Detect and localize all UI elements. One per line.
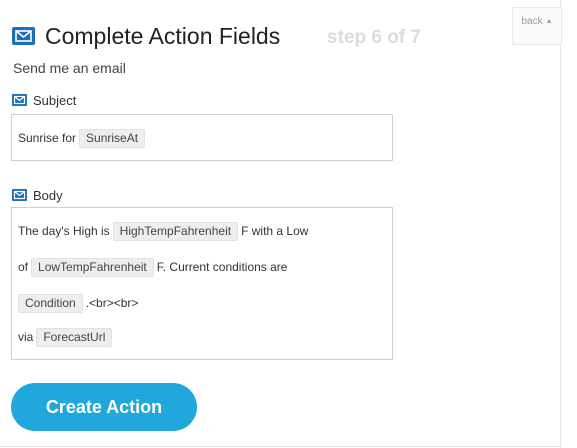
- envelope-icon: [12, 189, 27, 201]
- action-fields-panel: Complete Action Fields step 6 of 7 back ▲…: [0, 0, 562, 447]
- body-text: .<br><br>: [85, 296, 139, 310]
- body-text: of: [18, 260, 29, 274]
- caret-up-icon: ▲: [545, 18, 553, 25]
- envelope-icon: [12, 94, 27, 106]
- action-subtitle: Send me an email: [13, 60, 126, 76]
- page-title: Complete Action Fields: [45, 23, 281, 49]
- body-text: via: [18, 330, 34, 344]
- body-field[interactable]: The day's High is HighTempFahrenheit F wit…: [11, 207, 393, 360]
- back-button-label: back: [521, 16, 543, 27]
- body-text: F with a Low: [241, 224, 309, 238]
- back-button[interactable]: back ▲: [512, 7, 562, 45]
- envelope-icon: [12, 27, 35, 45]
- ingredient-pill-high-temp[interactable]: HighTempFahrenheit: [112, 222, 239, 241]
- body-text: The day's High is: [18, 224, 110, 238]
- create-action-button[interactable]: Create Action: [11, 383, 197, 431]
- body-label-text: Body: [33, 188, 63, 203]
- subject-label-text: Subject: [33, 93, 77, 108]
- step-indicator: step 6 of 7: [327, 27, 421, 48]
- body-label: Body: [12, 188, 63, 204]
- subject-label: Subject: [12, 93, 76, 109]
- subject-text: Sunrise for: [18, 131, 77, 145]
- body-text: F. Current conditions are: [156, 260, 288, 274]
- subject-field[interactable]: Sunrise for SunriseAt: [11, 114, 393, 161]
- ingredient-pill-low-temp[interactable]: LowTempFahrenheit: [31, 258, 154, 277]
- ingredient-pill-sunrise-at[interactable]: SunriseAt: [79, 129, 146, 148]
- ingredient-pill-forecast-url[interactable]: ForecastUrl: [36, 328, 113, 347]
- ingredient-pill-condition[interactable]: Condition: [18, 294, 83, 313]
